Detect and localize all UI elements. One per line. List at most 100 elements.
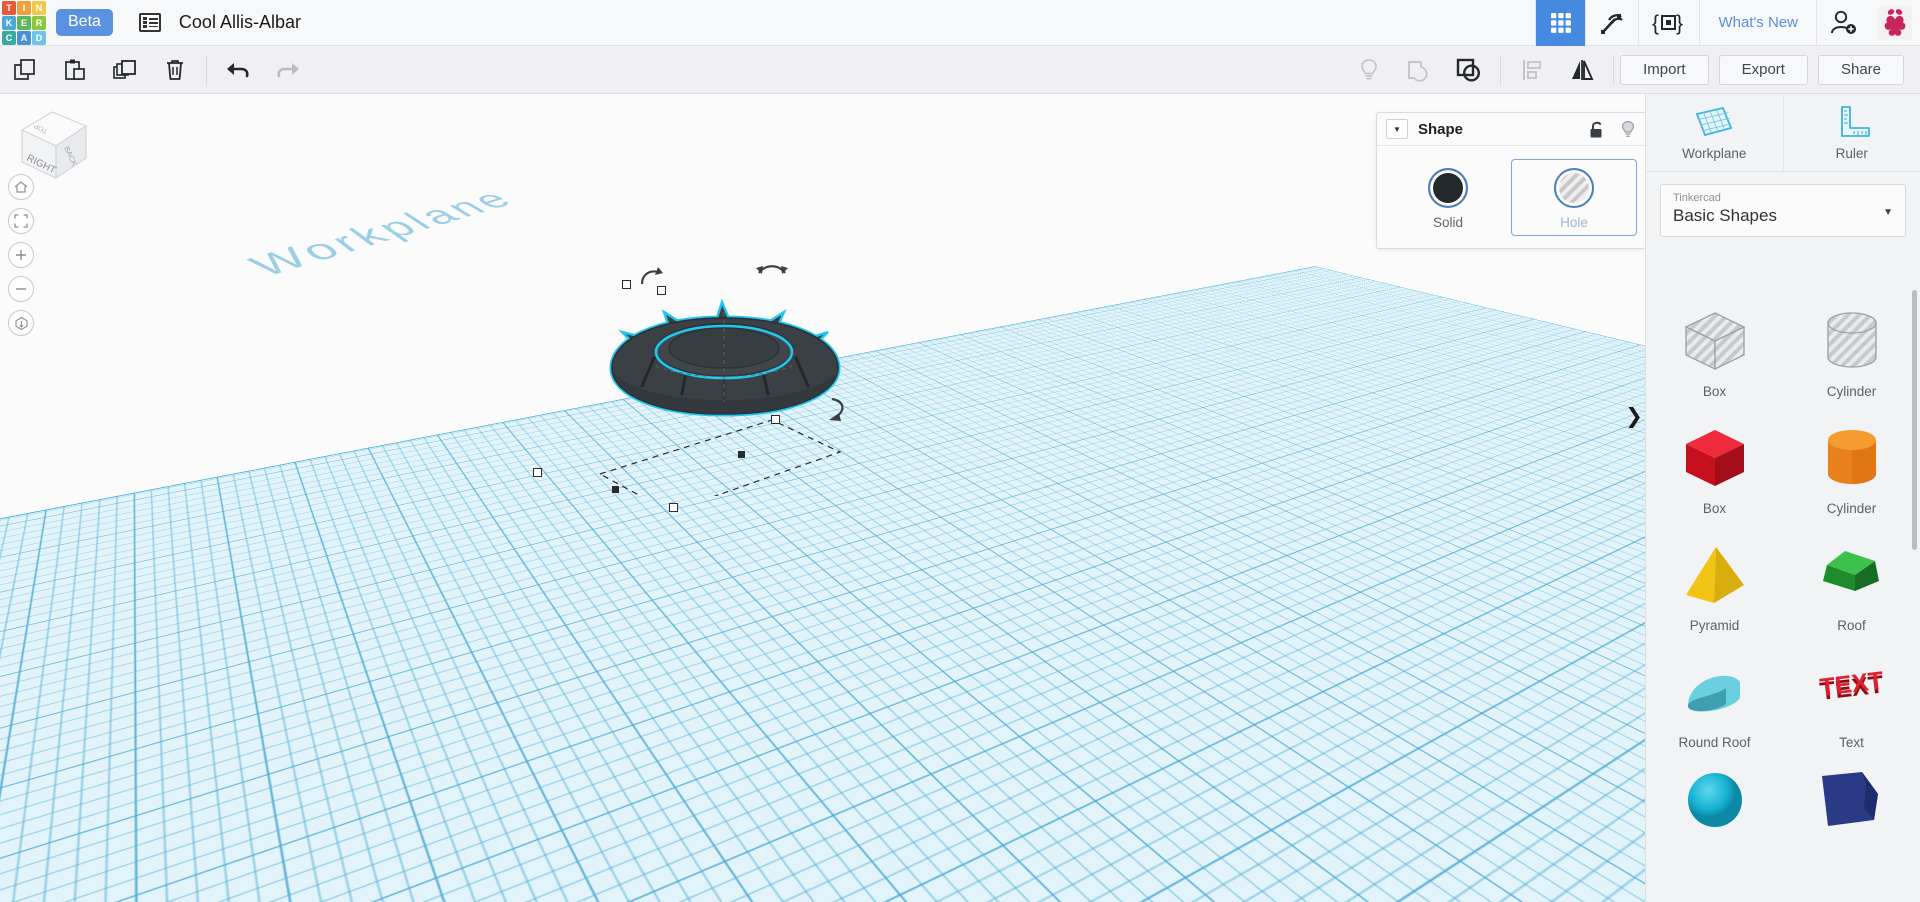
share-button[interactable]: Share [1817,54,1904,85]
shape-label: Cylinder [1826,384,1877,399]
ungroup-button[interactable] [1444,46,1494,94]
group-button[interactable] [1394,46,1444,94]
logo-tile: I [17,1,31,15]
hole-swatch[interactable]: Hole [1511,159,1637,236]
unlock-icon[interactable] [1589,120,1606,139]
resize-handle-edge[interactable] [612,486,619,493]
shape-roof-green[interactable]: Roof [1783,524,1920,637]
shape-label: Box [1702,384,1727,399]
rotate-handle-left[interactable] [638,266,664,288]
add-person-icon[interactable] [1816,0,1870,46]
cylinder-orange-icon [1827,430,1876,484]
undo-button[interactable] [213,46,263,94]
import-button[interactable]: Import [1620,54,1709,85]
shape-label: Pyramid [1689,618,1740,633]
shape-panel-title: Shape [1418,120,1464,138]
shape-box-hole[interactable]: Box [1646,290,1783,403]
logo-tile: C [2,31,16,45]
duplicate-button[interactable] [100,46,150,94]
rotate-handle-right[interactable] [826,396,850,422]
shape-box-red[interactable]: Box [1646,407,1783,520]
shape-label: Roof [1837,618,1866,633]
shape-cylinder-orange[interactable]: Cylinder [1783,407,1920,520]
shape-thumb [1816,760,1888,840]
solid-swatch[interactable]: Solid [1385,159,1511,236]
beta-badge: Beta [56,9,113,36]
fit-view-icon [14,214,28,228]
shape-cylinder-hole[interactable]: Cylinder [1783,290,1920,403]
logo-tile: A [17,31,31,45]
box-red-icon [1685,430,1744,486]
mirror-icon [1572,59,1594,80]
sidebar-collapse-handle[interactable]: ❯ [1623,396,1645,436]
align-button[interactable] [1507,46,1557,94]
grid-apps-glyph [1550,12,1571,33]
pickaxe-minecraft-icon[interactable] [1585,0,1638,46]
shape-label: Box [1702,501,1727,516]
zoom-in-button[interactable] [8,242,34,268]
snap-grid-label: Snap Grid [1478,870,1540,885]
tinkercad-logo[interactable]: T I N K E R C A D [0,0,46,46]
shape-sphere-cyan[interactable] [1646,758,1783,846]
codeblocks-glyph: { } [1652,12,1683,35]
avatar[interactable] [1878,5,1912,40]
pickaxe-glyph [1601,13,1624,34]
hole-swatch-circle [1554,168,1594,208]
view-cube[interactable]: RIGHT BACK TOP [14,104,94,184]
document-title[interactable]: Cool Allis-Albar [179,12,301,33]
snap-grid-select[interactable]: 1.0 mm ▲ [1547,865,1629,890]
edit-grid-button[interactable]: Edit Grid [1554,832,1629,857]
ruler-tool[interactable]: Ruler [1782,94,1920,171]
undo-icon [227,62,249,77]
copy-button[interactable] [0,46,50,94]
delete-button[interactable] [150,46,200,94]
chevron-up-icon: ▲ [1610,872,1619,883]
height-handle[interactable] [622,280,631,289]
lightbulb-button[interactable] [1344,46,1394,94]
sidebar-scrollbar[interactable] [1912,290,1917,550]
home-icon [14,181,28,193]
shape-text-red[interactable]: TEXT TEXT Text [1783,641,1920,754]
resize-handle-corner[interactable] [533,468,542,477]
fit-to-view-button[interactable] [8,208,34,234]
codeblocks-icon[interactable]: { } [1638,0,1699,46]
paste-button[interactable] [50,46,100,94]
resize-handle-edge[interactable] [738,451,745,458]
cylinder-hole-icon [1826,312,1877,368]
grid-apps-icon[interactable] [1535,0,1586,46]
perspective-toggle-button[interactable] [8,310,34,336]
shape-label: Cylinder [1826,501,1877,516]
perspective-icon [14,316,28,330]
list-properties-icon[interactable] [138,13,161,32]
resize-handle-corner[interactable] [669,503,678,512]
resize-handle-corner[interactable] [771,415,780,424]
shape-wedge-navy[interactable] [1783,758,1920,846]
center-handle[interactable] [657,286,666,295]
finned-disc-glyph [609,298,841,417]
shape-panel-header: ▼ Shape [1377,113,1645,146]
text-red-icon: TEXT TEXT [1818,666,1885,706]
shapes-sidebar: Workplane Ruler Tinkercad Basic Shapes ▼ [1645,94,1920,902]
workplane-tool[interactable]: Workplane [1646,94,1783,171]
workplane-icon [1696,106,1733,137]
shape-thumb [1678,536,1752,616]
home-view-button[interactable] [8,174,34,200]
shape-thumb [1815,536,1889,616]
dark-finned-disc-model[interactable] [533,265,850,512]
shapes-list[interactable]: Box Cylinder Box Cylinder Pyramid Roof R… [1646,280,1920,902]
lightbulb-icon[interactable] [1620,120,1636,139]
shape-round-roof-cyan[interactable]: Round Roof [1646,641,1783,754]
rotate-handle-top[interactable] [756,262,788,284]
shapes-grid: Box Cylinder Box Cylinder Pyramid Roof R… [1646,290,1920,846]
mirror-button[interactable] [1557,46,1607,94]
shape-pyramid-yellow[interactable]: Pyramid [1646,524,1783,637]
toolbar-divider [206,54,207,85]
whats-new-link[interactable]: What's New [1699,0,1816,46]
zoom-out-button[interactable] [8,276,34,302]
chevron-down-icon[interactable]: ▼ [1386,119,1408,139]
export-button[interactable]: Export [1718,54,1808,85]
shape-library-select[interactable]: Tinkercad Basic Shapes ▼ [1660,184,1906,237]
logo-tile: T [2,1,16,15]
redo-button [263,46,313,94]
chevron-down-icon: ▼ [1883,207,1893,218]
